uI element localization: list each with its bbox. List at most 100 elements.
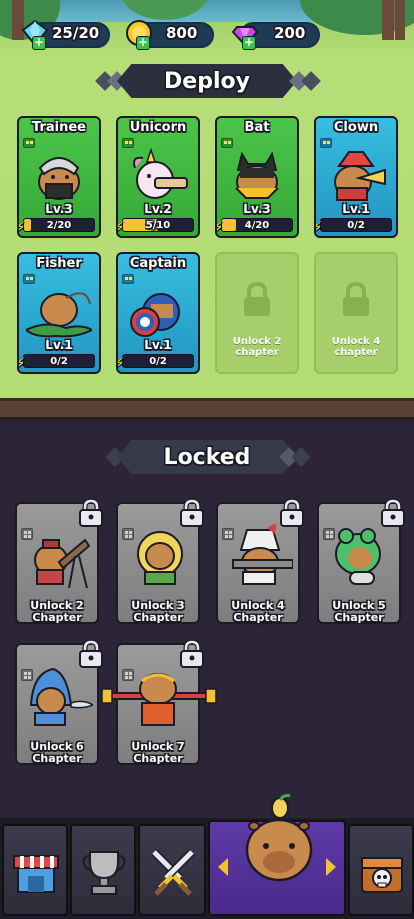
banner-ornament bbox=[301, 71, 321, 91]
prev-arrow-icon[interactable] bbox=[218, 858, 228, 876]
capybara-lion-icon bbox=[137, 531, 183, 585]
section-divider bbox=[0, 398, 414, 420]
unlock-requirement: Unlock 4 Chapter bbox=[218, 600, 298, 624]
nav-battle-button[interactable] bbox=[138, 824, 206, 916]
unlock-line2: Chapter bbox=[233, 611, 283, 624]
xp-text: 0/2 bbox=[149, 356, 167, 367]
nav-treasure-button[interactable] bbox=[348, 824, 414, 916]
unit-level: Lv.1 bbox=[144, 338, 172, 352]
add-gems-icon[interactable]: + bbox=[242, 36, 256, 50]
unlock-line1: Unlock 4 bbox=[331, 336, 381, 347]
deploy-area: + 25/20 + 800 + 200 Deploy Trainee Lv.3 bbox=[0, 0, 414, 398]
padlock-icon bbox=[180, 498, 204, 527]
unit-card-captain[interactable]: Captain Lv.1 0/2 ⚡ bbox=[116, 252, 200, 374]
lock-icon bbox=[343, 282, 369, 316]
unit-name: Bat bbox=[244, 120, 270, 135]
unlock-line2: Chapter bbox=[133, 752, 183, 765]
empty-slot[interactable]: Unlock 2 chapter bbox=[215, 252, 299, 374]
xp-text: 2/20 bbox=[46, 220, 72, 231]
unlock-requirement: Unlock 2 Chapter bbox=[17, 600, 97, 624]
unit-level: Lv.1 bbox=[45, 338, 73, 352]
deploy-title: Deploy bbox=[117, 64, 297, 98]
nav-trophy-button[interactable] bbox=[70, 824, 136, 916]
capybara-trainee-icon bbox=[38, 157, 80, 200]
xp-bar: 5/10 bbox=[122, 218, 194, 232]
coins-value: 800 bbox=[166, 24, 198, 42]
xp-bar: 0/2 bbox=[320, 218, 392, 232]
add-energy-icon[interactable]: + bbox=[32, 36, 46, 50]
xp-bar: 2/20 bbox=[23, 218, 95, 232]
xp-text: 4/20 bbox=[244, 220, 270, 231]
unlock-requirement: Unlock 7 Chapter bbox=[118, 741, 198, 765]
unlock-line2: Chapter bbox=[32, 611, 82, 624]
bolt-icon: ⚡ bbox=[217, 219, 229, 235]
locked-card[interactable]: Unlock 4 Chapter bbox=[216, 498, 304, 624]
unlock-requirement: Unlock 3 Chapter bbox=[118, 600, 198, 624]
nav-shop-button[interactable] bbox=[2, 824, 68, 916]
tier-icon bbox=[221, 138, 233, 148]
unit-card-fisher[interactable]: Fisher Lv.1 0/2 ⚡ bbox=[17, 252, 101, 374]
tier-icon bbox=[23, 274, 35, 284]
tier-icon bbox=[23, 138, 35, 148]
add-coins-icon[interactable]: + bbox=[136, 36, 150, 50]
unlock-line2: chapter bbox=[334, 347, 378, 358]
locked-card[interactable]: Unlock 7 Chapter bbox=[101, 639, 217, 765]
bolt-icon: ⚡ bbox=[118, 219, 130, 235]
capybara-robot-icon bbox=[232, 524, 293, 585]
tree-decoration bbox=[120, 0, 210, 20]
capybara-frog-icon bbox=[335, 528, 381, 585]
unlock-line2: chapter bbox=[235, 347, 279, 358]
banner-ornament bbox=[291, 447, 311, 467]
locked-card[interactable]: Unlock 5 Chapter bbox=[317, 498, 405, 624]
unit-name: Captain bbox=[129, 256, 187, 271]
capybara-unicorn-icon bbox=[133, 148, 188, 199]
bolt-icon: ⚡ bbox=[19, 219, 31, 235]
lock-icon bbox=[244, 282, 270, 316]
unit-card-bat[interactable]: Bat Lv.3 4/20 ⚡ bbox=[215, 116, 299, 238]
unit-name: Trainee bbox=[32, 120, 86, 135]
unlock-requirement: Unlock 6 Chapter bbox=[17, 741, 97, 765]
unlock-line1: Unlock 2 bbox=[232, 336, 282, 347]
unit-card-clown[interactable]: Clown Lv.1 0/2 ⚡ bbox=[314, 116, 398, 238]
trophy-icon bbox=[82, 851, 126, 895]
capybara-clown-icon bbox=[334, 151, 386, 201]
xp-text: 0/2 bbox=[347, 220, 365, 231]
unit-card-unicorn[interactable]: Unicorn Lv.2 5/10 ⚡ bbox=[116, 116, 200, 238]
locked-card[interactable]: Unlock 2 Chapter bbox=[15, 498, 103, 624]
unlock-requirement: Unlock 2 chapter bbox=[217, 336, 297, 358]
xp-bar: 4/20 bbox=[221, 218, 293, 232]
unit-name: Unicorn bbox=[129, 120, 187, 135]
energy-value: 25/20 bbox=[52, 24, 100, 42]
unit-level: Lv.2 bbox=[144, 202, 172, 216]
bottom-nav bbox=[0, 794, 414, 919]
capybara-bat-icon bbox=[235, 151, 279, 199]
locked-card[interactable]: Unlock 6 Chapter bbox=[15, 639, 103, 765]
next-arrow-icon[interactable] bbox=[326, 858, 336, 876]
xp-text: 5/10 bbox=[145, 220, 171, 231]
padlock-icon bbox=[381, 498, 405, 527]
padlock-icon bbox=[79, 498, 103, 527]
empty-slot[interactable]: Unlock 4 chapter bbox=[314, 252, 398, 374]
unit-level: Lv.3 bbox=[45, 202, 73, 216]
unlock-line2: Chapter bbox=[133, 611, 183, 624]
tier-icon bbox=[320, 138, 332, 148]
crossed-swords-icon bbox=[151, 849, 195, 896]
padlock-icon bbox=[280, 498, 304, 527]
treasure-skull-icon bbox=[361, 857, 403, 893]
unit-level: Lv.3 bbox=[243, 202, 271, 216]
nav-home-button[interactable] bbox=[208, 794, 346, 916]
capybara-monkey-king-icon bbox=[101, 673, 217, 726]
unlock-line2: Chapter bbox=[32, 752, 82, 765]
capybara-captain-icon bbox=[130, 293, 180, 337]
unit-name: Clown bbox=[333, 120, 379, 135]
unit-card-trainee[interactable]: Trainee Lv.3 2/20 ⚡ bbox=[17, 116, 101, 238]
locked-title: Locked bbox=[117, 440, 297, 474]
bolt-icon: ⚡ bbox=[118, 355, 130, 371]
gems-value: 200 bbox=[274, 24, 306, 42]
capybara-telescope-icon bbox=[34, 538, 91, 589]
locked-card[interactable]: Unlock 3 Chapter bbox=[116, 498, 204, 624]
unit-name: Fisher bbox=[36, 256, 82, 271]
tier-icon bbox=[122, 274, 134, 284]
capybara-fisher-icon bbox=[26, 292, 92, 338]
xp-bar: 0/2 bbox=[23, 354, 95, 368]
